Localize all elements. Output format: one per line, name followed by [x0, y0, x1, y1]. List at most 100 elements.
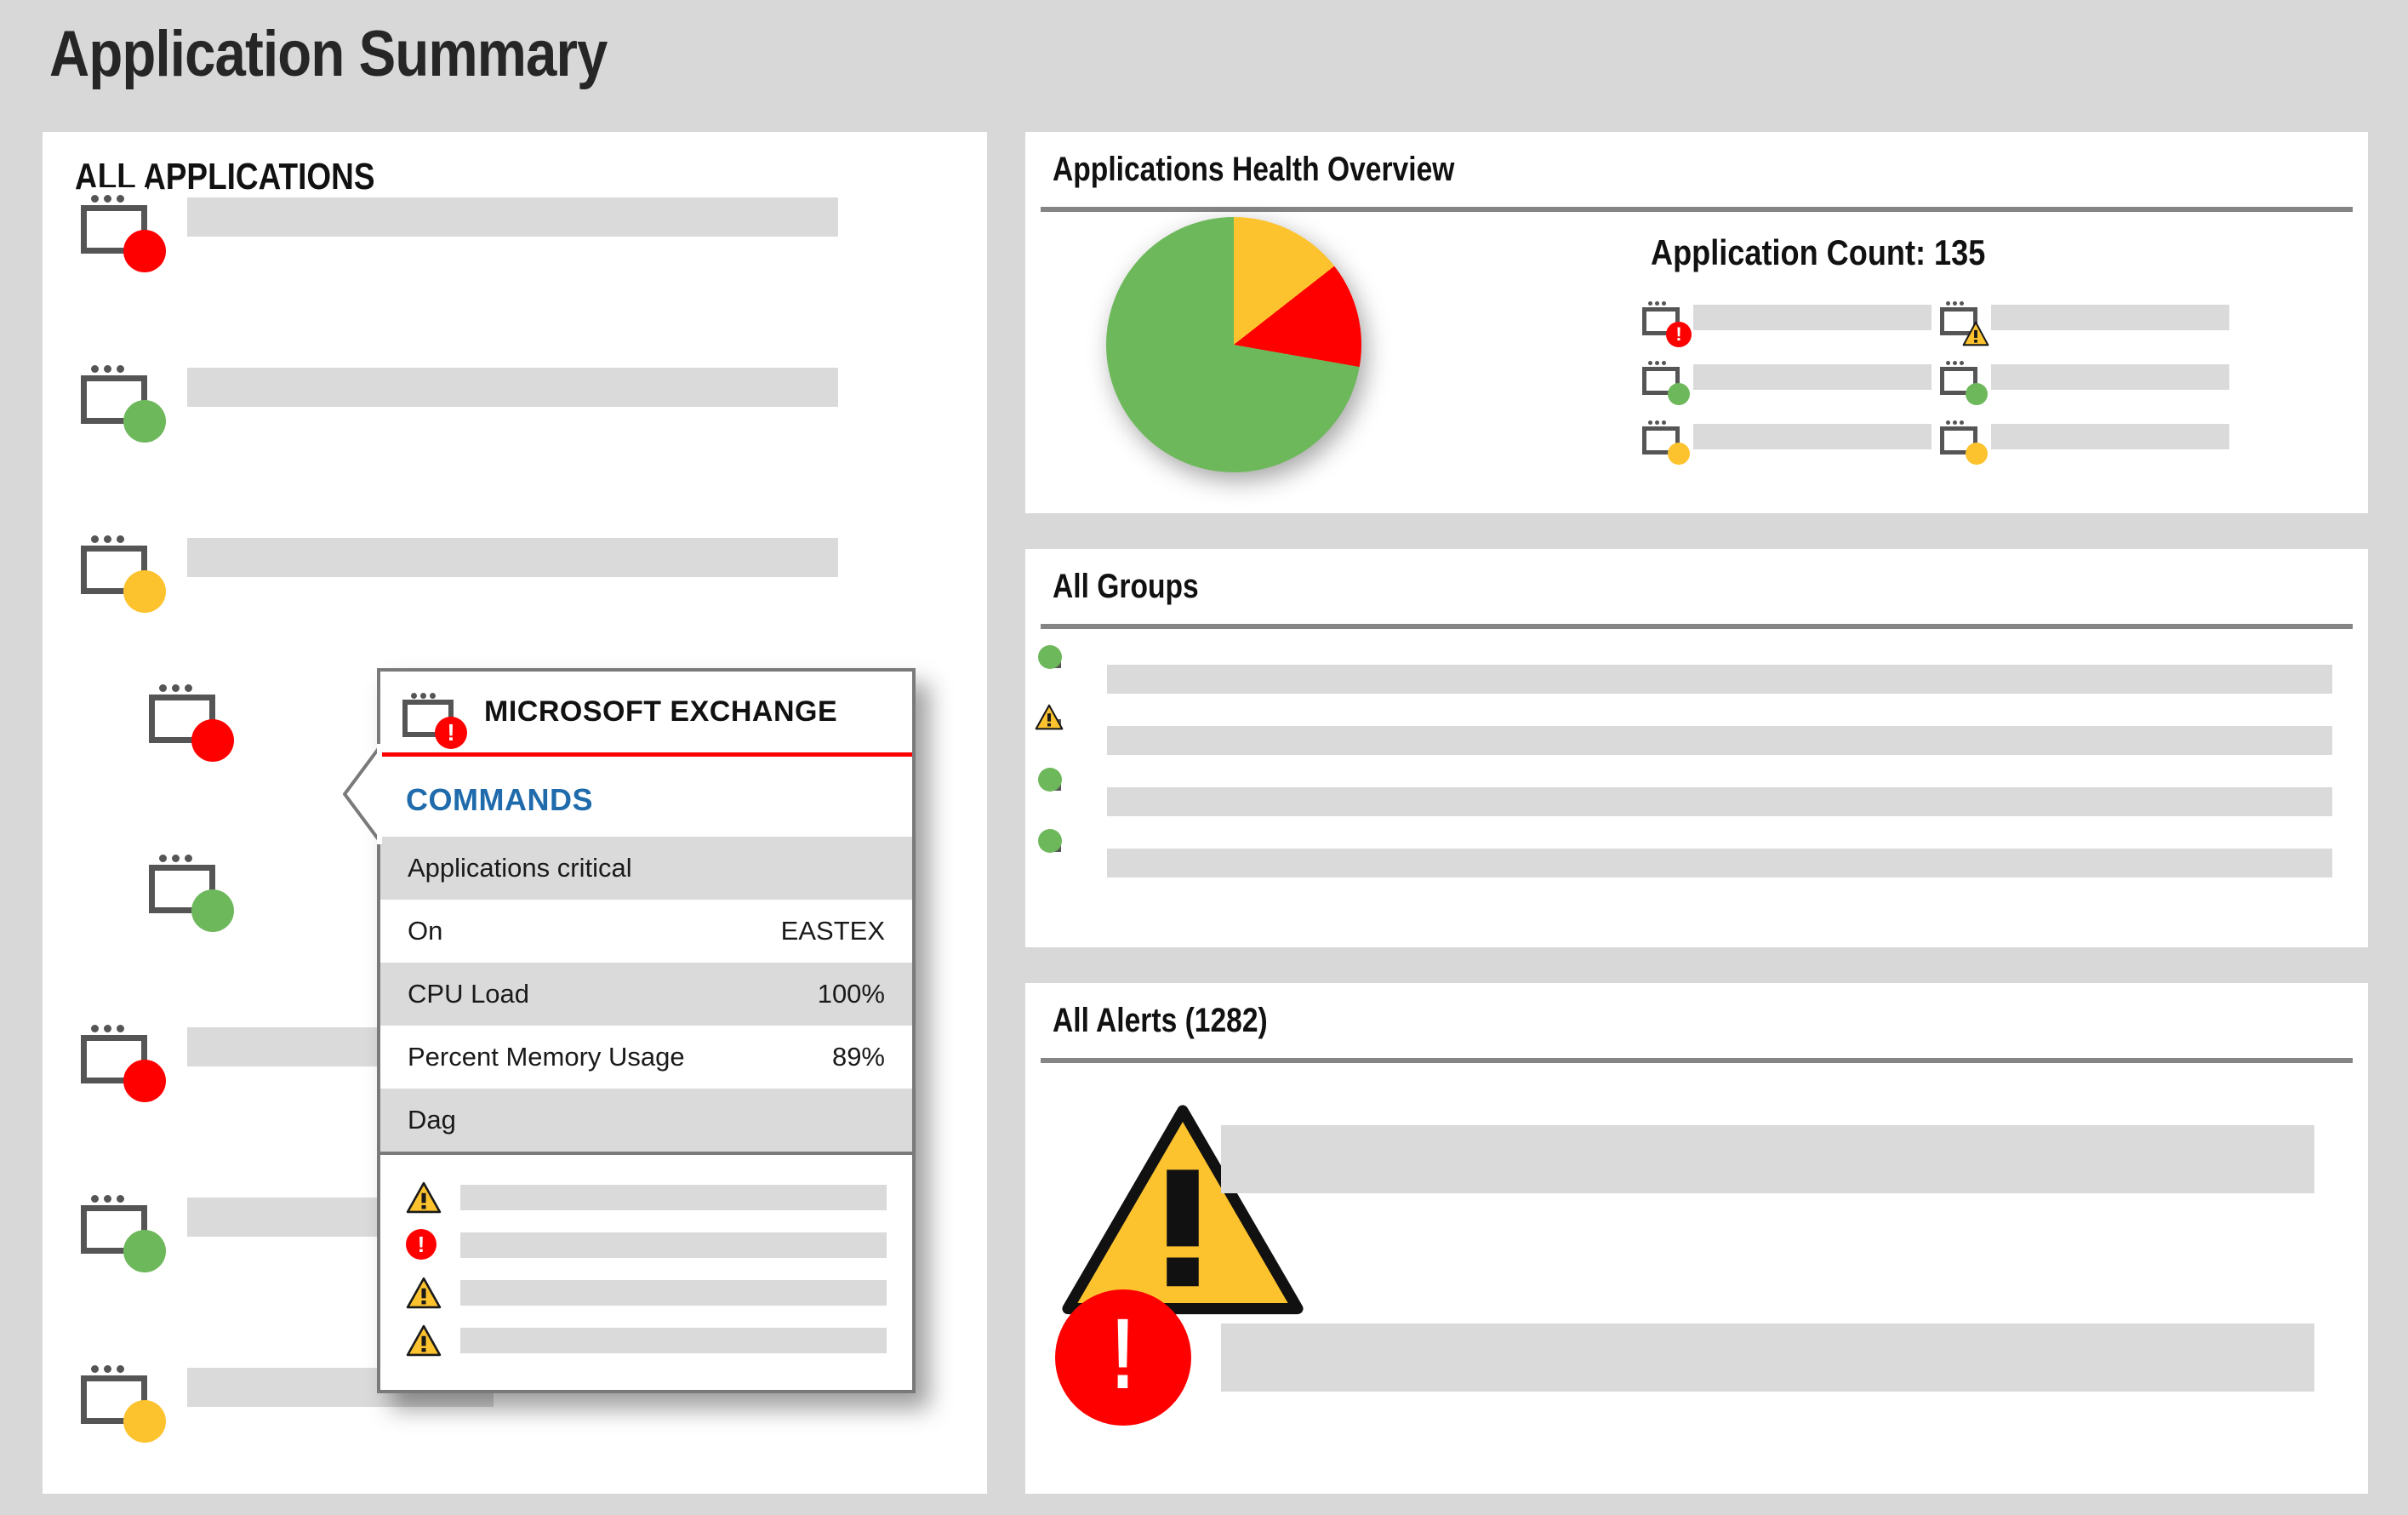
ok-status-icon [123, 1230, 166, 1272]
application-name-placeholder [187, 538, 838, 577]
application-list-item[interactable] [81, 187, 838, 272]
warning-status-icon [1966, 443, 1988, 465]
warning-alert-icon [406, 1277, 442, 1309]
application-icon [1940, 417, 1988, 465]
detail-alert-row[interactable] [380, 1317, 912, 1364]
callout-pointer-icon [343, 744, 382, 844]
detail-card-properties: Applications critical On EASTEX CPU Load 100… [380, 837, 912, 1152]
ok-status-icon [123, 400, 166, 443]
application-list-item[interactable] [149, 847, 234, 932]
application-detail-card[interactable]: ! MICROSOFT EXCHANGE COMMANDS Applicatio… [343, 668, 916, 1393]
application-icon [149, 677, 234, 762]
application-count-label: Application Count: 135 [1651, 232, 1986, 272]
detail-property-row: CPU Load 100% [380, 963, 912, 1026]
group-name-placeholder [1107, 665, 2332, 694]
status-item-placeholder [1693, 364, 1932, 390]
health-status-item[interactable] [1642, 417, 1932, 465]
critical-badge-icon: ! [435, 716, 467, 749]
application-icon [1642, 417, 1690, 465]
application-icon [81, 187, 166, 272]
ok-status-icon [1038, 645, 1062, 669]
header-divider [1041, 1058, 2353, 1063]
alert-list-item[interactable]: ! [1055, 1289, 2314, 1426]
health-status-item[interactable]: ! [1642, 298, 1932, 347]
status-item-placeholder [1693, 424, 1932, 449]
application-icon [81, 1358, 166, 1443]
application-icon [149, 847, 234, 932]
commands-section-title: COMMANDS [406, 782, 593, 817]
group-name-placeholder [1107, 849, 2332, 878]
detail-alert-row[interactable] [380, 1269, 912, 1317]
status-item-placeholder [1991, 424, 2229, 449]
page-title: Application Summary [49, 18, 608, 90]
critical-alert-icon: ! [1055, 1289, 1191, 1426]
critical-status-icon [191, 719, 234, 762]
alert-text-placeholder [460, 1185, 887, 1210]
critical-status-icon [123, 1060, 166, 1102]
alert-text-placeholder [460, 1232, 887, 1258]
ok-status-icon [191, 889, 234, 932]
header-divider [1041, 624, 2353, 629]
detail-alert-row[interactable] [380, 1174, 912, 1221]
health-overview-header: Applications Health Overview [1053, 151, 1455, 188]
alert-text-placeholder [460, 1280, 887, 1306]
group-name-placeholder [1107, 726, 2332, 755]
application-list-item[interactable] [81, 357, 838, 443]
alert-text-placeholder [460, 1328, 887, 1353]
warning-status-icon [1668, 443, 1690, 465]
alert-list-item[interactable] [1055, 1098, 2314, 1322]
warning-alert-icon [406, 1324, 442, 1357]
detail-card-alerts: ! [380, 1152, 912, 1390]
health-status-item[interactable] [1940, 357, 2229, 405]
pie-slices [1106, 217, 1361, 472]
detail-card-header: ! MICROSOFT EXCHANGE [380, 672, 912, 757]
application-list-item[interactable] [81, 1017, 494, 1102]
detail-property-key: CPU Load [408, 979, 530, 1009]
application-icon: ! [402, 687, 467, 749]
application-list-item[interactable] [81, 1358, 494, 1443]
warning-status-icon [123, 1400, 166, 1443]
detail-property-key: Dag [408, 1105, 456, 1135]
health-overview-panel: Applications Health Overview Application… [1025, 132, 2368, 513]
detail-property-value: EASTEX [780, 916, 885, 946]
critical-alert-icon: ! [406, 1229, 442, 1261]
health-status-item[interactable] [1940, 417, 2229, 465]
detail-property-row: On EASTEX [380, 900, 912, 963]
application-list-item[interactable] [81, 1187, 494, 1272]
health-status-item[interactable] [1940, 298, 2229, 346]
health-pie-chart [1106, 217, 1361, 472]
ok-status-icon [1038, 829, 1062, 853]
alert-text-placeholder [1221, 1323, 2314, 1392]
detail-property-row: Applications critical [380, 837, 912, 900]
health-status-item[interactable] [1642, 357, 1932, 405]
application-list-item[interactable] [81, 528, 838, 613]
detail-property-row: Dag [380, 1089, 912, 1152]
detail-property-key: Applications critical [408, 853, 632, 883]
ok-status-icon [1038, 768, 1062, 792]
detail-property-value: 89% [831, 1042, 885, 1072]
application-list-item[interactable] [149, 677, 234, 762]
detail-property-value: 100% [817, 979, 885, 1009]
ok-status-icon [1668, 383, 1690, 405]
application-icon [81, 528, 166, 613]
detail-card-title: MICROSOFT EXCHANGE [484, 695, 838, 728]
application-icon [81, 357, 166, 443]
warning-alert-icon [406, 1181, 442, 1214]
detail-property-key: Percent Memory Usage [408, 1042, 685, 1072]
detail-property-key: On [408, 916, 443, 946]
alert-text-placeholder [1221, 1125, 2314, 1193]
application-icon: ! [1642, 298, 1692, 347]
all-groups-panel: All Groups [1025, 549, 2368, 947]
warning-badge-icon [1962, 321, 1989, 346]
header-divider [1041, 207, 2353, 212]
application-icon [1940, 357, 1988, 405]
application-summary-dashboard: Application Summary ALL APPLICATIONS App… [0, 0, 2408, 1515]
detail-property-row: Percent Memory Usage 89% [380, 1026, 912, 1089]
application-icon [1642, 357, 1690, 405]
detail-alert-row[interactable]: ! [380, 1221, 912, 1269]
all-groups-header: All Groups [1053, 568, 1199, 605]
all-alerts-header: All Alerts (1282) [1053, 1002, 1268, 1039]
ok-status-icon [1966, 383, 1988, 405]
application-icon [81, 1017, 166, 1102]
warning-badge-icon [1035, 704, 1064, 730]
